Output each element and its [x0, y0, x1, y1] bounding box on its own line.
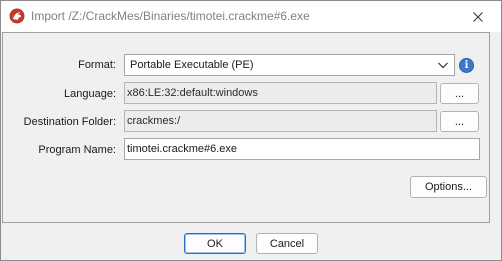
destination-folder-field[interactable]: crackmes:/ [124, 110, 437, 132]
format-select[interactable]: Portable Executable (PE) [124, 54, 455, 76]
window-title: Import /Z:/CrackMes/Binaries/timotei.cra… [31, 9, 310, 23]
program-name-value: timotei.crackme#6.exe [127, 143, 238, 155]
chevron-down-icon [438, 62, 448, 69]
close-icon [473, 11, 483, 22]
program-name-input[interactable]: timotei.crackme#6.exe [124, 138, 480, 160]
close-button[interactable] [455, 1, 501, 32]
info-icon[interactable]: i [459, 58, 474, 73]
title-bar[interactable]: Import /Z:/CrackMes/Binaries/timotei.cra… [1, 1, 501, 32]
language-label: Language: [64, 88, 116, 100]
ok-button[interactable]: OK [184, 233, 246, 254]
import-dialog: Import /Z:/CrackMes/Binaries/timotei.cra… [0, 0, 502, 261]
destination-folder-value: crackmes:/ [127, 115, 181, 127]
destination-folder-label: Destination Folder: [23, 116, 116, 128]
options-button[interactable]: Options... [410, 176, 487, 198]
format-value: Portable Executable (PE) [130, 59, 254, 71]
import-options-panel: Format: Portable Executable (PE) i Langu… [2, 32, 490, 223]
language-field[interactable]: x86:LE:32:default:windows [124, 82, 437, 104]
format-label: Format: [78, 59, 116, 71]
cancel-button[interactable]: Cancel [256, 233, 318, 254]
destination-browse-button[interactable]: ... [440, 111, 479, 132]
program-name-label: Program Name: [38, 144, 116, 156]
ghidra-dragon-icon [9, 8, 25, 24]
language-value: x86:LE:32:default:windows [127, 87, 258, 99]
language-browse-button[interactable]: ... [440, 83, 479, 104]
